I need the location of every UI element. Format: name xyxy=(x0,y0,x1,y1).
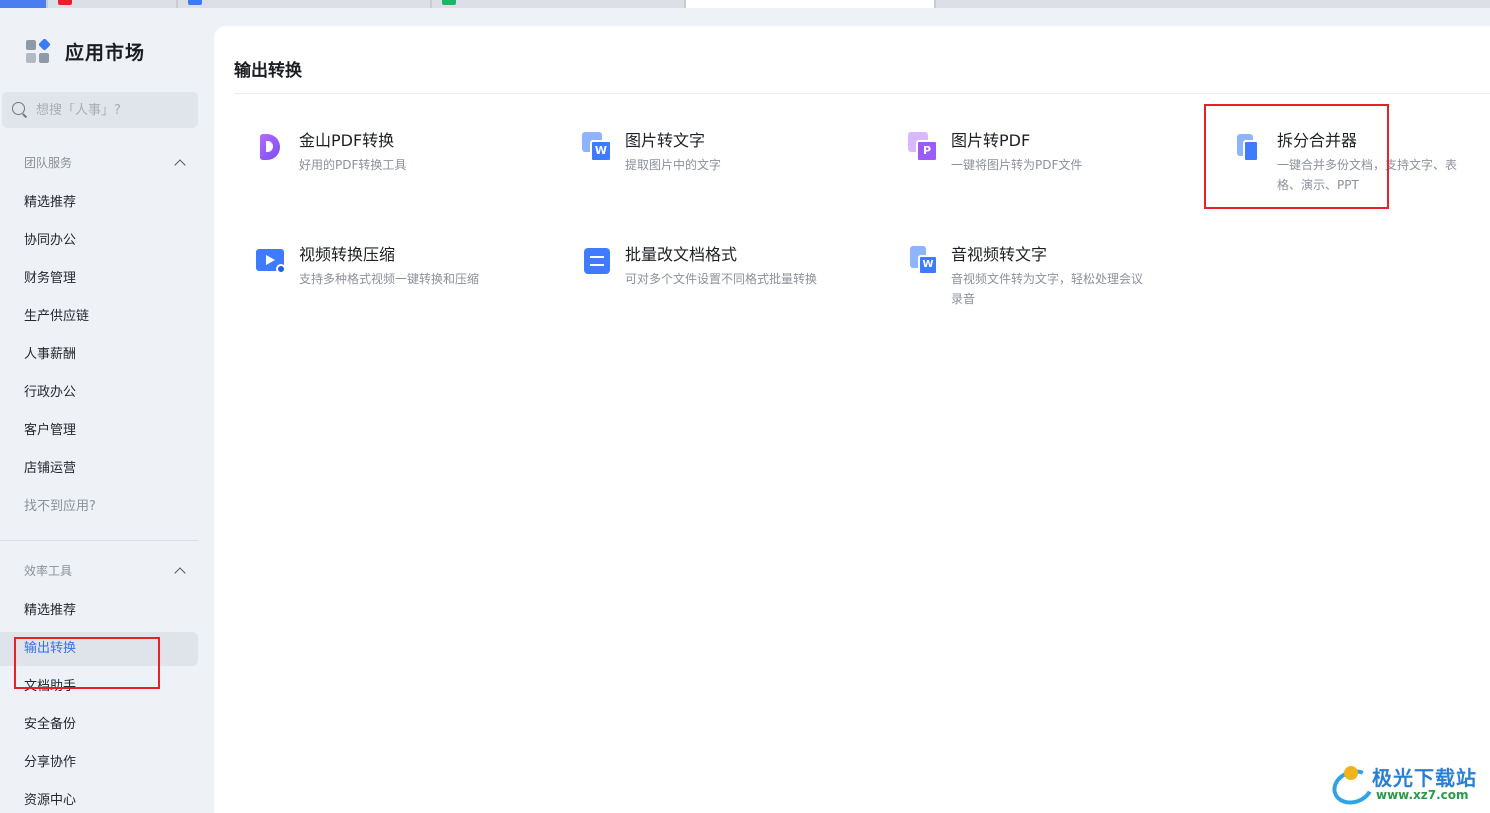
sidebar-item-supply-chain[interactable]: 生产供应链 xyxy=(0,300,198,334)
split-merge-icon xyxy=(1234,132,1264,162)
browser-tab-active[interactable] xyxy=(686,0,936,8)
app-card-pdf-convert[interactable]: 金山PDF转换 好用的PDF转换工具 xyxy=(256,130,556,220)
sidebar-item-featured-tools[interactable]: 精选推荐 xyxy=(0,594,198,628)
brand: 应用市场 xyxy=(26,37,146,65)
app-card-batch-format[interactable]: 批量改文档格式 可对多个文件设置不同格式批量转换 xyxy=(582,244,882,334)
app-desc: 提取图片中的文字 xyxy=(625,158,722,172)
sidebar-item-customer[interactable]: 客户管理 xyxy=(0,414,198,448)
sidebar-item-backup[interactable]: 安全备份 xyxy=(0,708,198,742)
sidebar-item-share[interactable]: 分享协作 xyxy=(0,746,198,780)
app-name: 视频转换压缩 xyxy=(299,245,396,264)
app-name: 拆分合并器 xyxy=(1277,131,1358,150)
app-desc: 好用的PDF转换工具 xyxy=(299,158,407,172)
sidebar-item-hr-payroll[interactable]: 人事薪酬 xyxy=(0,338,198,372)
app-name: 金山PDF转换 xyxy=(299,131,395,150)
app-card-audio-video-to-text[interactable]: W 音视频转文字 音视频文件转为文字，轻松处理会议录音 xyxy=(908,244,1208,334)
app-name: 图片转PDF xyxy=(951,131,1031,150)
sidebar: 应用市场 团队服务 精选推荐 协同办公 财务管理 生产供应链 人事薪酬 行政办公… xyxy=(0,8,214,813)
brand-title: 应用市场 xyxy=(65,42,146,64)
sidebar-item-collaboration[interactable]: 协同办公 xyxy=(0,224,198,258)
app-market-icon xyxy=(26,37,51,64)
group-efficiency-title: 效率工具 xyxy=(24,564,73,578)
batch-format-icon xyxy=(582,246,612,276)
main-panel: 输出转换 金山PDF转换 好用的PDF转换工具 W 图片转文字 提取图片中的文字… xyxy=(214,26,1490,813)
sidebar-item-featured[interactable]: 精选推荐 xyxy=(0,186,198,220)
chevron-up-icon[interactable] xyxy=(174,566,186,579)
app-card-image-to-pdf[interactable]: P 图片转PDF 一键将图片转为PDF文件 xyxy=(908,130,1208,220)
browser-tab[interactable] xyxy=(178,0,432,8)
watermark-logo-icon xyxy=(1330,764,1370,800)
search-icon xyxy=(12,102,28,118)
app-card-image-to-text[interactable]: W 图片转文字 提取图片中的文字 xyxy=(582,130,882,220)
group-efficiency-header[interactable]: 效率工具 xyxy=(24,562,194,579)
audio-video-to-text-icon: W xyxy=(908,246,938,276)
section-title: 输出转换 xyxy=(234,61,302,81)
sidebar-item-admin[interactable]: 行政办公 xyxy=(0,376,198,410)
sidebar-item-resources[interactable]: 资源中心 xyxy=(0,784,198,813)
doc-tab-icon xyxy=(188,0,202,5)
sidebar-item-not-found[interactable]: 找不到应用? xyxy=(0,490,198,524)
group-team-title: 团队服务 xyxy=(24,156,73,170)
app-name: 批量改文档格式 xyxy=(625,245,738,264)
chevron-up-icon[interactable] xyxy=(174,158,186,171)
app-card-video-convert[interactable]: 视频转换压缩 支持多种格式视频一键转换和压缩 xyxy=(256,244,556,334)
sidebar-item-store-ops[interactable]: 店铺运营 xyxy=(0,452,198,486)
sidebar-item-output-convert[interactable]: 输出转换 xyxy=(0,632,198,666)
browser-tab[interactable] xyxy=(48,0,178,8)
pdf-convert-icon xyxy=(256,132,286,162)
search-box[interactable] xyxy=(2,92,198,128)
app-desc: 音视频文件转为文字，轻松处理会议录音 xyxy=(951,272,1144,306)
app-name: 音视频转文字 xyxy=(951,245,1048,264)
app-card-split-merge[interactable]: 拆分合并器 一键合并多份文档，支持文字、表格、演示、PPT xyxy=(1234,130,1474,220)
image-to-pdf-icon: P xyxy=(908,132,938,162)
sidebar-item-doc-assistant[interactable]: 文档助手 xyxy=(0,670,198,704)
app-desc: 可对多个文件设置不同格式批量转换 xyxy=(625,272,818,286)
search-input[interactable] xyxy=(36,102,186,118)
sidebar-divider xyxy=(0,540,198,541)
browser-tab[interactable] xyxy=(0,0,48,8)
app-desc: 支持多种格式视频一键转换和压缩 xyxy=(299,272,480,286)
sidebar-item-finance[interactable]: 财务管理 xyxy=(0,262,198,296)
sheet-tab-icon xyxy=(442,0,456,5)
image-to-text-icon: W xyxy=(582,132,612,162)
browser-tab[interactable] xyxy=(432,0,686,8)
watermark: 极光下载站 www.xz7.com xyxy=(1330,760,1480,806)
section-divider xyxy=(234,93,1490,94)
app-name: 图片转文字 xyxy=(625,131,706,150)
browser-tab-strip xyxy=(0,0,1490,8)
watermark-url: www.xz7.com xyxy=(1376,788,1469,802)
video-convert-icon xyxy=(256,246,286,276)
watermark-text: 极光下载站 xyxy=(1372,766,1477,790)
app-desc: 一键合并多份文档，支持文字、表格、演示、PPT xyxy=(1277,158,1458,192)
group-team-header[interactable]: 团队服务 xyxy=(24,154,194,171)
pdf-tab-icon xyxy=(58,0,72,5)
app-desc: 一键将图片转为PDF文件 xyxy=(951,158,1083,172)
